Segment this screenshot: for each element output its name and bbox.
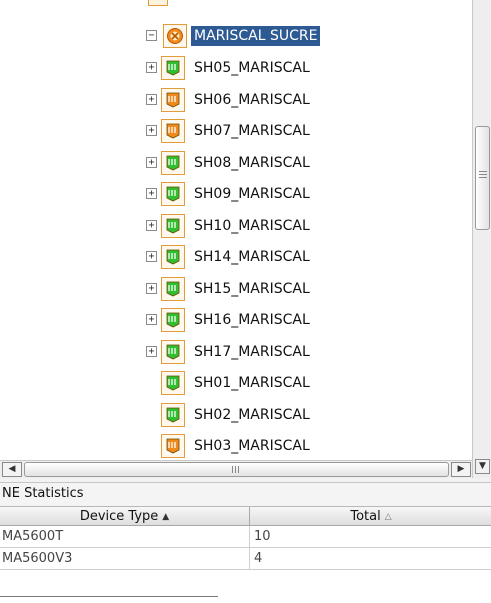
tree-node-label[interactable]: SH07_MARISCAL (191, 121, 313, 141)
tree-node-0[interactable]: + SH05_MARISCAL (146, 52, 313, 83)
expand-icon[interactable]: + (146, 62, 157, 73)
tree-node-7[interactable]: + SH15_MARISCAL (146, 273, 313, 304)
device-node-icon (161, 118, 185, 143)
tree-node-label[interactable]: SH15_MARISCAL (191, 279, 313, 299)
tree-node-label[interactable]: SH09_MARISCAL (191, 184, 313, 204)
device-type-cell: MA5600V3 (0, 548, 250, 569)
device-node-icon (161, 244, 185, 269)
sort-ascending-icon: ▲ (162, 511, 170, 522)
tree-node-label[interactable]: SH05_MARISCAL (191, 58, 313, 78)
device-type-cell: MA5600T (0, 526, 250, 547)
tree-node-label[interactable]: SH17_MARISCAL (191, 342, 313, 362)
expand-icon[interactable]: + (146, 314, 157, 325)
partial-node-icon (148, 0, 168, 6)
tree-node-2[interactable]: + SH07_MARISCAL (146, 115, 313, 146)
scroll-right-icon[interactable]: ▶ (451, 462, 471, 477)
tree-node-12[interactable]: SH03_MARISCAL (146, 430, 313, 460)
table-header-row: Device Type ▲ Total △ (0, 506, 491, 526)
device-node-icon (161, 402, 185, 427)
expand-icon[interactable]: + (146, 251, 157, 262)
tree-node-1[interactable]: + SH06_MARISCAL (146, 84, 313, 115)
device-node-icon (161, 87, 185, 112)
tree-node-label[interactable]: SH14_MARISCAL (191, 247, 313, 267)
device-node-icon (161, 213, 185, 238)
tree-node-9[interactable]: + SH17_MARISCAL (146, 336, 313, 367)
expand-icon[interactable]: + (146, 283, 157, 294)
expand-icon[interactable]: + (146, 220, 157, 231)
column-header-device-type[interactable]: Device Type ▲ (0, 507, 250, 526)
device-node-icon (161, 307, 185, 332)
stats-panel-title: NE Statistics (0, 483, 491, 506)
tree-viewport: − MARISCAL SUCRE + SH05_MARISCAL + SH06_MAR… (0, 0, 472, 460)
table-row[interactable]: MA5600T 10 (0, 526, 491, 548)
scroll-left-icon[interactable]: ◀ (2, 462, 22, 477)
sort-ascending-outline-icon: △ (384, 511, 392, 522)
device-node-icon (161, 276, 185, 301)
tree-node-11[interactable]: SH02_MARISCAL (146, 399, 313, 430)
expand-icon[interactable]: + (146, 94, 157, 105)
row-divider (0, 596, 218, 597)
table-row[interactable]: MA5600V3 4 (0, 548, 491, 570)
topology-tree-panel: − MARISCAL SUCRE + SH05_MARISCAL + SH06_MAR… (0, 0, 491, 478)
column-header-total[interactable]: Total △ (251, 507, 491, 526)
tree-node-label[interactable]: SH03_MARISCAL (191, 436, 313, 456)
expand-icon[interactable]: + (146, 188, 157, 199)
vertical-scroll-thumb[interactable] (475, 126, 490, 230)
tree-node-label[interactable]: SH10_MARISCAL (191, 216, 313, 236)
gear-node-icon (163, 23, 187, 48)
tree-node-label[interactable]: MARISCAL SUCRE (191, 25, 321, 46)
device-node-icon (161, 181, 185, 206)
horizontal-scrollbar[interactable]: ◀ ▶ (0, 460, 472, 478)
tree-node-label[interactable]: SH16_MARISCAL (191, 310, 313, 330)
device-node-icon (161, 150, 185, 175)
tree-node-label[interactable]: SH06_MARISCAL (191, 90, 313, 110)
total-cell: 10 (254, 529, 271, 544)
expand-icon[interactable]: + (146, 157, 157, 168)
tree-node-5[interactable]: + SH10_MARISCAL (146, 210, 313, 241)
tree-node-4[interactable]: + SH09_MARISCAL (146, 178, 313, 209)
scroll-down-icon[interactable]: ▼ (475, 459, 490, 474)
tree-node-6[interactable]: + SH14_MARISCAL (146, 241, 313, 272)
expand-icon[interactable]: + (146, 125, 157, 136)
tree-node-8[interactable]: + SH16_MARISCAL (146, 304, 313, 335)
tree-node-label[interactable]: SH01_MARISCAL (191, 373, 313, 393)
tree-node-label[interactable]: SH02_MARISCAL (191, 405, 313, 425)
tree-node-10[interactable]: SH01_MARISCAL (146, 367, 313, 398)
device-node-icon (161, 55, 185, 80)
tree-node-label[interactable]: SH08_MARISCAL (191, 153, 313, 173)
horizontal-scroll-thumb[interactable] (24, 462, 449, 477)
collapse-icon[interactable]: − (146, 30, 157, 41)
tree-node-3[interactable]: + SH08_MARISCAL (146, 147, 313, 178)
device-node-icon (161, 370, 185, 395)
expand-icon[interactable]: + (146, 346, 157, 357)
device-node-icon (161, 339, 185, 364)
vertical-scrollbar[interactable]: ▼ (472, 0, 491, 478)
tree-node-mariscal-sucre[interactable]: − MARISCAL SUCRE (146, 20, 321, 51)
total-cell: 4 (254, 551, 263, 566)
device-node-icon (161, 433, 185, 458)
